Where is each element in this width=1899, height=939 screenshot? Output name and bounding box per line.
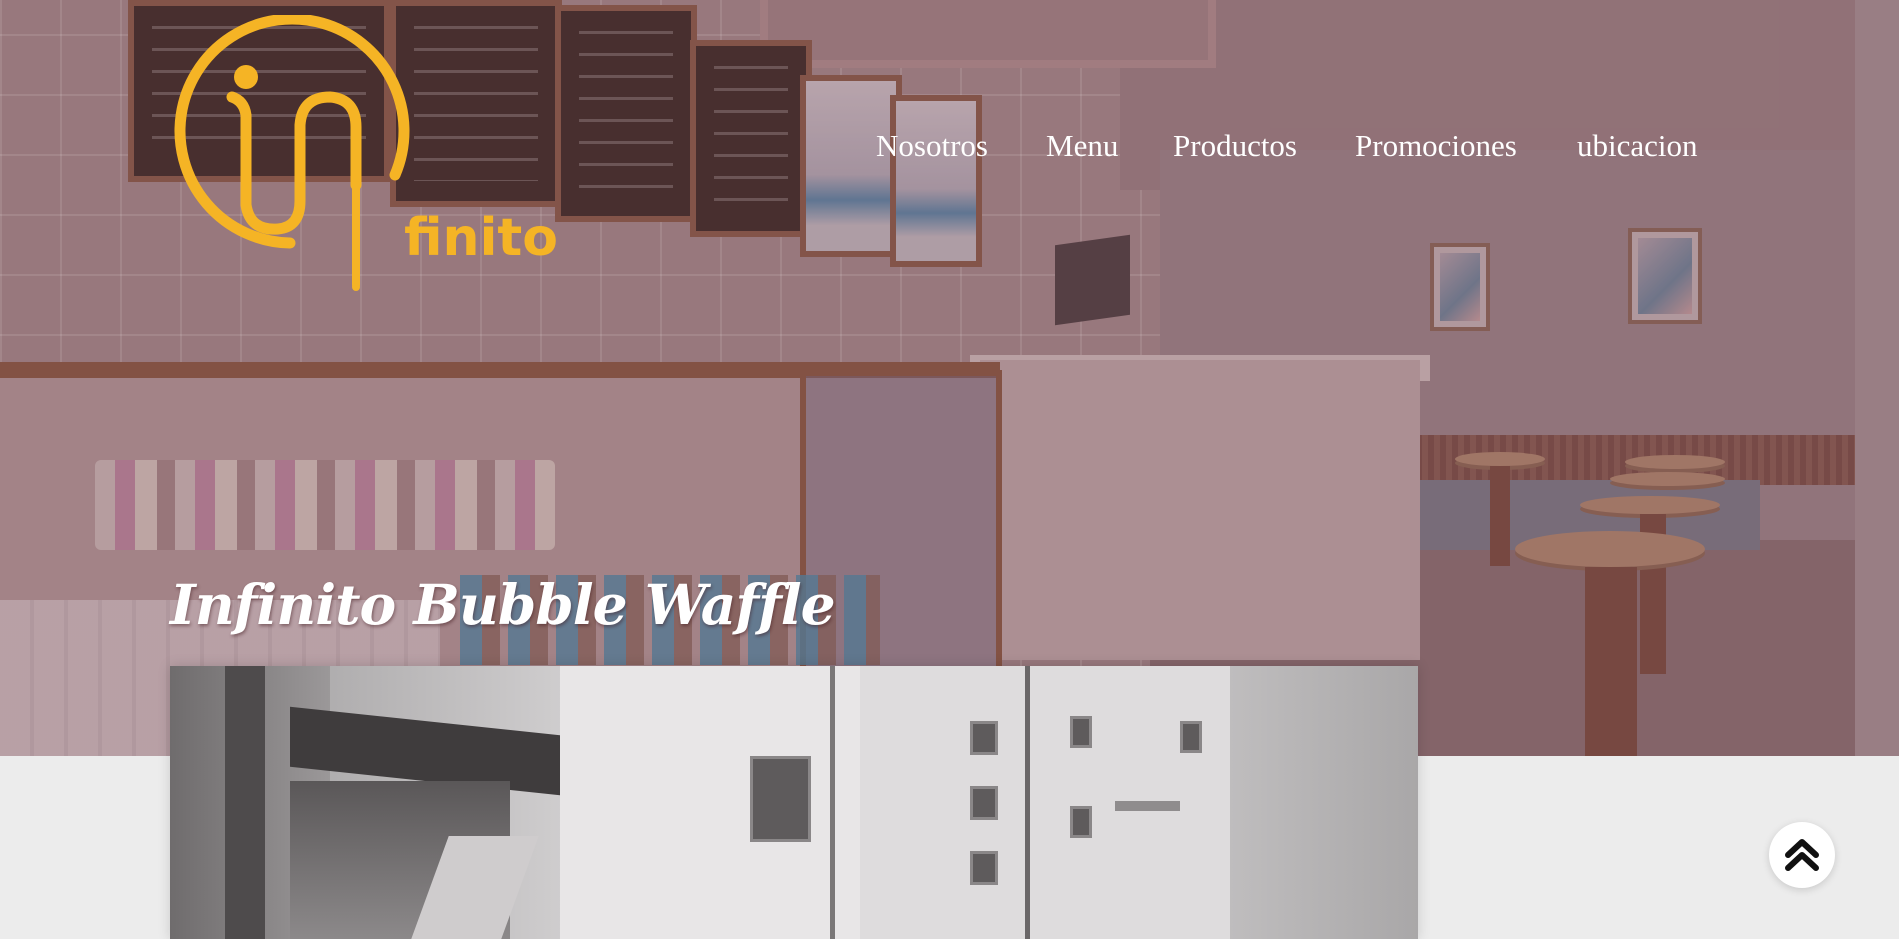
- pole: [225, 666, 265, 939]
- street-photo-image[interactable]: [170, 666, 1418, 939]
- logo-wordmark: finito: [404, 208, 558, 268]
- nav-link-productos[interactable]: Productos: [1173, 126, 1297, 166]
- nav-link-promociones[interactable]: Promociones: [1355, 126, 1517, 166]
- nav-link-ubicacion[interactable]: ubicacion: [1577, 126, 1698, 166]
- hero-title: Infinito Bubble Waffle: [170, 572, 836, 637]
- nav-link-menu[interactable]: Menu: [1046, 126, 1118, 166]
- back-to-top-button[interactable]: [1769, 822, 1835, 888]
- building: [560, 666, 860, 939]
- nav-link-nosotros[interactable]: Nosotros: [876, 126, 988, 166]
- page: finito Nosotros Menu Productos Promocion…: [0, 0, 1899, 939]
- double-chevron-up-icon: [1785, 839, 1819, 871]
- main-nav: Nosotros Menu Productos Promociones ubic…: [0, 126, 1899, 166]
